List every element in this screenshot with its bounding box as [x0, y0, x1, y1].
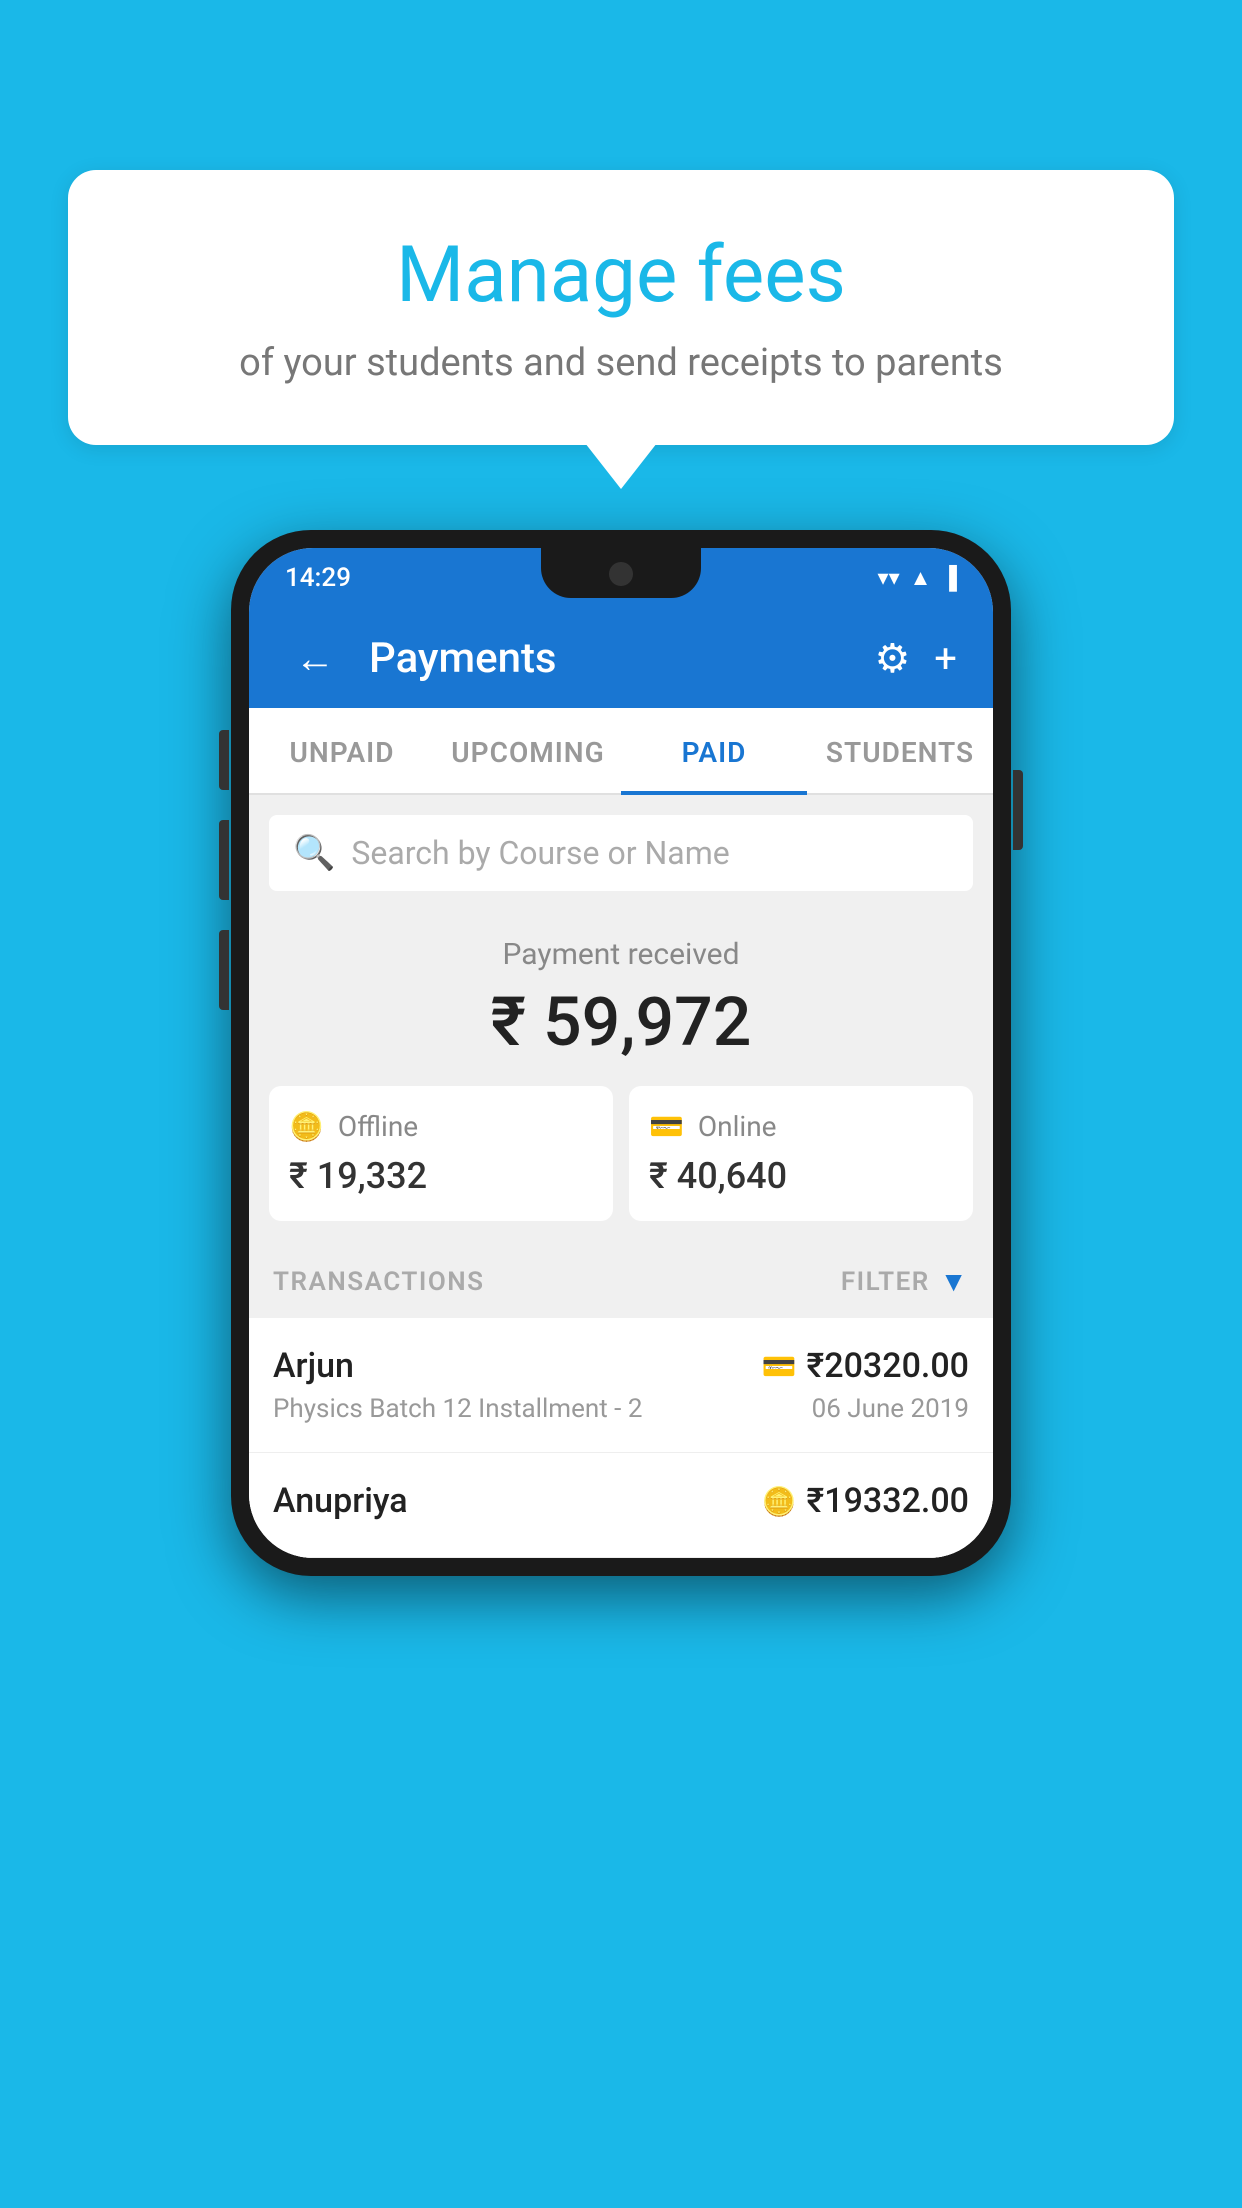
student-name: Arjun	[273, 1346, 354, 1386]
volume-down-button	[219, 820, 229, 900]
online-payment-icon: 💳	[762, 1350, 797, 1383]
student-name: Anupriya	[273, 1481, 408, 1521]
online-icon: 💳	[649, 1110, 684, 1143]
phone-mockup: 14:29 ▾▾ ▲ ▐ ← Payments ⚙ + UNPAID	[231, 530, 1011, 1576]
tabs-bar: UNPAID UPCOMING PAID STUDENTS	[249, 708, 993, 795]
phone-outer: 14:29 ▾▾ ▲ ▐ ← Payments ⚙ + UNPAID	[231, 530, 1011, 1576]
course-info: Physics Batch 12 Installment - 2	[273, 1394, 642, 1424]
status-time: 14:29	[285, 563, 351, 593]
tab-upcoming[interactable]: UPCOMING	[435, 708, 621, 793]
payment-received-section: Payment received ₹ 59,972	[249, 901, 993, 1086]
payment-cards: 🪙 Offline ₹ 19,332 💳 Online ₹ 40,640	[249, 1086, 993, 1245]
signal-icon: ▲	[910, 565, 932, 591]
filter-label: FILTER	[841, 1267, 930, 1297]
transactions-label: TRANSACTIONS	[273, 1267, 485, 1297]
offline-amount: ₹ 19,332	[289, 1155, 593, 1197]
offline-card: 🪙 Offline ₹ 19,332	[269, 1086, 613, 1221]
offline-icon: 🪙	[289, 1110, 324, 1143]
online-label: Online	[698, 1110, 777, 1143]
volume-up-button	[219, 730, 229, 790]
table-row[interactable]: Anupriya 🪙 ₹19332.00	[249, 1453, 993, 1558]
transaction-right: 🪙 ₹19332.00	[762, 1481, 969, 1521]
filter-button[interactable]: FILTER ▼	[841, 1265, 969, 1298]
offline-payment-icon: 🪙	[762, 1485, 797, 1518]
phone-notch	[541, 548, 701, 598]
transaction-bottom-row: Physics Batch 12 Installment - 2 06 June…	[273, 1394, 969, 1424]
app-bar-icons: ⚙ +	[874, 635, 957, 682]
filter-icon: ▼	[940, 1265, 969, 1298]
settings-icon[interactable]: ⚙	[874, 635, 910, 682]
tab-students[interactable]: STUDENTS	[807, 708, 993, 793]
search-icon: 🔍	[293, 833, 335, 873]
silent-button	[219, 930, 229, 1010]
wifi-icon: ▾▾	[878, 566, 900, 591]
transaction-amount: ₹19332.00	[807, 1481, 969, 1521]
payment-received-amount: ₹ 59,972	[269, 982, 973, 1062]
online-card-header: 💳 Online	[649, 1110, 953, 1143]
transactions-header: TRANSACTIONS FILTER ▼	[249, 1245, 993, 1318]
main-content: 🔍 Search by Course or Name Payment recei…	[249, 815, 993, 1558]
offline-label: Offline	[338, 1110, 418, 1143]
bubble-title: Manage fees	[118, 230, 1124, 321]
tab-paid[interactable]: PAID	[621, 708, 807, 793]
bubble-subtitle: of your students and send receipts to pa…	[118, 341, 1124, 385]
phone-screen: 14:29 ▾▾ ▲ ▐ ← Payments ⚙ + UNPAID	[249, 548, 993, 1558]
offline-card-header: 🪙 Offline	[289, 1110, 593, 1143]
search-bar[interactable]: 🔍 Search by Course or Name	[269, 815, 973, 891]
transaction-top-row: Anupriya 🪙 ₹19332.00	[273, 1481, 969, 1521]
transaction-amount: ₹20320.00	[807, 1346, 969, 1386]
online-card: 💳 Online ₹ 40,640	[629, 1086, 973, 1221]
transaction-top-row: Arjun 💳 ₹20320.00	[273, 1346, 969, 1386]
payment-received-label: Payment received	[269, 937, 973, 972]
transaction-date: 06 June 2019	[812, 1394, 969, 1424]
app-title: Payments	[369, 634, 850, 683]
table-row[interactable]: Arjun 💳 ₹20320.00 Physics Batch 12 Insta…	[249, 1318, 993, 1453]
status-icons: ▾▾ ▲ ▐	[878, 565, 957, 591]
camera-dot	[609, 562, 633, 586]
transaction-right: 💳 ₹20320.00	[762, 1346, 969, 1386]
speech-bubble: Manage fees of your students and send re…	[68, 170, 1174, 445]
battery-icon: ▐	[941, 565, 957, 591]
app-bar: ← Payments ⚙ +	[249, 608, 993, 708]
search-placeholder: Search by Course or Name	[351, 834, 729, 872]
power-button	[1013, 770, 1023, 850]
online-amount: ₹ 40,640	[649, 1155, 953, 1197]
tab-unpaid[interactable]: UNPAID	[249, 708, 435, 793]
back-button[interactable]: ←	[285, 625, 345, 692]
add-icon[interactable]: +	[934, 635, 957, 682]
